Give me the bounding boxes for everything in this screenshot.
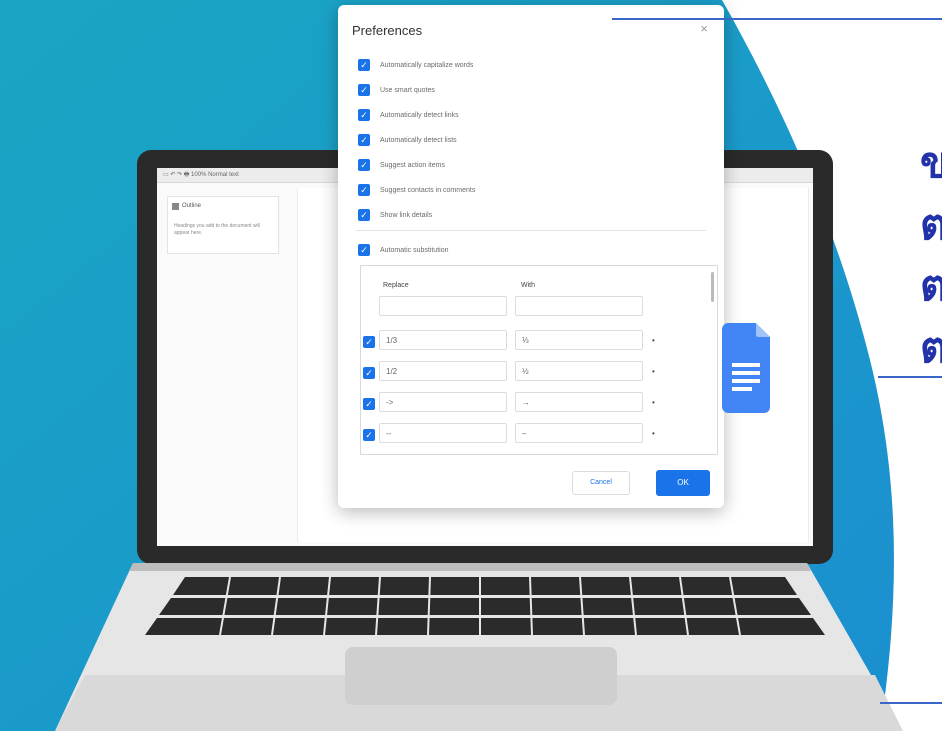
- table-row: ✓ 1/2 ½ •: [361, 359, 717, 385]
- outline-note: Headings you add to the document will ap…: [174, 223, 260, 236]
- checkbox-icon[interactable]: ✓: [358, 109, 370, 121]
- option-action-items[interactable]: ✓ Suggest action items: [358, 157, 445, 173]
- table-row: ✓ -> → •: [361, 390, 717, 416]
- table-row: ✓ 1/3 ⅓ •: [361, 328, 717, 354]
- outline-panel[interactable]: Outline Headings you add to the document…: [167, 196, 279, 254]
- option-label: Automatically detect lists: [380, 136, 457, 144]
- replace-input[interactable]: 1/2: [379, 361, 507, 381]
- option-label: Use smart quotes: [380, 86, 435, 94]
- checkbox-icon[interactable]: ✓: [358, 84, 370, 96]
- checkbox-icon[interactable]: ✓: [363, 336, 375, 348]
- replace-input[interactable]: ->: [379, 392, 507, 412]
- option-label: Suggest contacts in comments: [380, 186, 476, 194]
- side-text-char: ต: [920, 261, 942, 310]
- replace-input[interactable]: --: [379, 423, 507, 443]
- checkbox-icon[interactable]: ✓: [363, 398, 375, 410]
- google-docs-icon: [722, 323, 770, 413]
- option-smart-quotes[interactable]: ✓ Use smart quotes: [358, 82, 435, 98]
- with-input[interactable]: ½: [515, 361, 643, 381]
- option-label: Automatically capitalize words: [380, 61, 474, 69]
- column-header-replace: Replace: [383, 282, 409, 289]
- cancel-button[interactable]: Cancel: [572, 471, 630, 495]
- option-label: Show link details: [380, 211, 433, 219]
- replace-input[interactable]: [379, 296, 507, 316]
- side-text-char: ต: [920, 323, 942, 372]
- option-label: Automatically detect links: [380, 111, 459, 119]
- outline-icon: [172, 203, 179, 210]
- with-input[interactable]: [515, 296, 643, 316]
- column-header-with: With: [521, 282, 535, 289]
- remove-icon[interactable]: •: [652, 429, 655, 438]
- checkbox-icon[interactable]: ✓: [363, 367, 375, 379]
- checkbox-icon[interactable]: ✓: [358, 59, 370, 71]
- table-row-new: [361, 294, 717, 320]
- substitution-table: Replace With ✓ 1/3 ⅓ • ✓ 1/2 ½ • ✓ -> → …: [360, 265, 718, 455]
- dialog-title: Preferences: [352, 23, 423, 38]
- option-automatic-substitution[interactable]: ✓ Automatic substitution: [358, 242, 448, 258]
- checkbox-icon[interactable]: ✓: [358, 209, 370, 221]
- option-label: Suggest action items: [380, 161, 445, 169]
- outline-title: Outline: [182, 203, 202, 209]
- remove-icon[interactable]: •: [652, 367, 655, 376]
- option-capitalize[interactable]: ✓ Automatically capitalize words: [358, 57, 473, 73]
- remove-icon[interactable]: •: [652, 398, 655, 407]
- decorative-line: [612, 18, 942, 20]
- toolbar-text: ▭ ↶ ↷ 🖶 100% Normal text: [163, 172, 239, 178]
- side-text-char: ต: [920, 200, 942, 249]
- side-text-char: ข: [920, 138, 942, 187]
- divider: [356, 230, 706, 231]
- option-label: Automatic substitution: [380, 246, 449, 254]
- checkbox-icon[interactable]: ✓: [358, 134, 370, 146]
- preferences-dialog: Preferences × ✓ Automatically capitalize…: [338, 5, 724, 508]
- replace-input[interactable]: 1/3: [379, 330, 507, 350]
- ok-button[interactable]: OK: [656, 470, 710, 496]
- remove-icon[interactable]: •: [652, 336, 655, 345]
- checkbox-icon[interactable]: ✓: [358, 159, 370, 171]
- table-row: ✓ -- – •: [361, 421, 717, 447]
- decorative-line: [880, 702, 942, 704]
- option-suggest-contacts[interactable]: ✓ Suggest contacts in comments: [358, 182, 475, 198]
- with-input[interactable]: ⅓: [515, 330, 643, 350]
- checkbox-icon[interactable]: ✓: [358, 184, 370, 196]
- laptop-keyboard-base: [55, 563, 903, 731]
- option-detect-links[interactable]: ✓ Automatically detect links: [358, 107, 459, 123]
- checkbox-icon[interactable]: ✓: [358, 244, 370, 256]
- with-input[interactable]: –: [515, 423, 643, 443]
- close-icon[interactable]: ×: [700, 21, 708, 36]
- option-link-details[interactable]: ✓ Show link details: [358, 207, 432, 223]
- with-input[interactable]: →: [515, 392, 643, 412]
- option-detect-lists[interactable]: ✓ Automatically detect lists: [358, 132, 457, 148]
- checkbox-icon[interactable]: ✓: [363, 429, 375, 441]
